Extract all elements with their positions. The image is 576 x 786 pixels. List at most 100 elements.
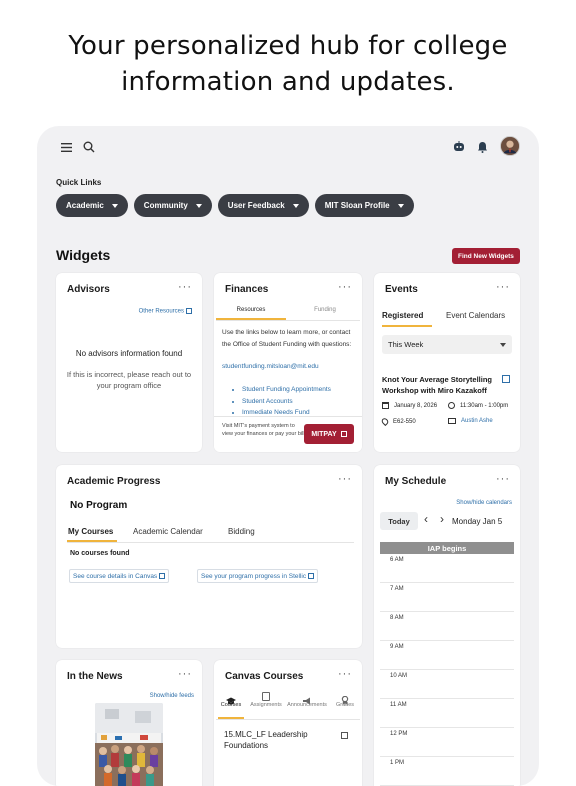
my-schedule-title: My Schedule (385, 476, 447, 487)
in-the-news-more-button[interactable]: ··· (178, 668, 192, 680)
active-tab-indicator (382, 325, 432, 327)
prev-day-button[interactable]: ‹ (424, 512, 428, 526)
stellic-progress-link[interactable]: See your program progress in Stellic (197, 569, 319, 583)
tab-resources[interactable]: Resources (214, 307, 288, 313)
avatar[interactable] (500, 136, 520, 156)
calendar-icon (382, 402, 389, 409)
event-contact-text: Austin Ashe (461, 418, 493, 424)
tab-courses-label: Courses (220, 702, 242, 708)
tab-assignments-label: Assignments (250, 702, 282, 708)
clock-icon (448, 402, 455, 409)
event-title-text: Knot Your Average Storytelling Workshop … (382, 375, 493, 395)
quick-link-user-feedback[interactable]: User Feedback (217, 194, 309, 217)
canvas-course-name: 15.MLC_LF Leadership Foundations (224, 730, 308, 750)
tab-courses[interactable]: Courses (216, 692, 246, 708)
show-hide-feeds-link[interactable]: Show/hide feeds (150, 693, 194, 699)
program-name: No Program (70, 500, 128, 511)
quick-link-mit-sloan-profile[interactable]: MIT Sloan Profile (314, 194, 414, 217)
advisors-empty-title: No advisors information found (75, 349, 183, 358)
external-link-icon[interactable] (502, 375, 510, 383)
news-photo[interactable] (95, 703, 163, 786)
caret-down-icon (397, 203, 404, 208)
tab-divider (216, 719, 360, 720)
tab-bidding[interactable]: Bidding (228, 527, 255, 536)
external-link-icon (186, 308, 192, 314)
events-filter-select[interactable]: This Week (382, 335, 512, 354)
hour-row: 7 AM (380, 583, 514, 612)
bell-icon[interactable] (475, 140, 489, 154)
event-date: January 8, 2026 (382, 402, 437, 409)
other-resources-label: Other Resources (138, 308, 184, 315)
advisors-widget: Advisors ··· Other Resources No advisors… (56, 273, 202, 452)
canvas-courses-widget: Canvas Courses ··· Courses Assignments A… (214, 660, 362, 786)
finances-footer-text: Visit MIT's payment system to view your … (222, 423, 305, 437)
no-courses-text: No courses found (70, 550, 130, 557)
event-title[interactable]: Knot Your Average Storytelling Workshop … (382, 374, 506, 396)
hamburger-icon[interactable] (59, 140, 73, 154)
top-bar (37, 126, 539, 170)
hour-row: 11 AM (380, 699, 514, 728)
tab-grades[interactable]: Grades (330, 692, 360, 708)
mitpay-button[interactable]: MITPAY (304, 424, 354, 444)
event-contact[interactable]: Austin Ashe (448, 418, 493, 424)
marketing-headline: Your personalized hub for college inform… (0, 28, 576, 100)
quick-links: Academic Community User Feedback MIT Slo… (56, 194, 414, 217)
caret-down-icon (195, 203, 202, 208)
link-student-accounts[interactable]: Student Accounts (242, 396, 331, 408)
tab-funding[interactable]: Funding (288, 307, 362, 313)
tab-event-calendars[interactable]: Event Calendars (446, 311, 505, 320)
hour-row: 9 AM (380, 641, 514, 670)
tab-announcements-label: Announcements (287, 702, 327, 708)
canvas-courses-more-button[interactable]: ··· (338, 668, 352, 680)
tab-announcements[interactable]: Announcements (284, 692, 330, 708)
finances-more-button[interactable]: ··· (338, 281, 352, 293)
link-student-funding-appointments[interactable]: Student Funding Appointments (242, 384, 331, 396)
canvas-details-link[interactable]: See course details in Canvas (69, 569, 170, 583)
academic-progress-title: Academic Progress (67, 476, 161, 487)
ribbon-icon (341, 692, 349, 705)
external-link-icon (159, 573, 166, 579)
tab-registered[interactable]: Registered (382, 311, 423, 320)
events-widget: Events ··· Registered Event Calendars Th… (374, 273, 520, 452)
app-screen: Quick Links Academic Community User Feed… (37, 126, 539, 786)
chevron-down-icon (500, 343, 506, 347)
canvas-courses-title: Canvas Courses (225, 671, 304, 682)
search-icon[interactable] (82, 140, 96, 154)
schedule-date: Monday Jan 5 (452, 517, 503, 526)
external-link-icon[interactable] (341, 732, 348, 739)
external-link-icon (308, 573, 315, 579)
in-the-news-title: In the News (67, 671, 123, 682)
tab-grades-label: Grades (335, 702, 355, 708)
quick-link-community[interactable]: Community (133, 194, 212, 217)
finances-intro: Use the links below to learn more, or co… (222, 329, 352, 348)
next-day-button[interactable]: › (440, 512, 444, 526)
find-new-widgets-button[interactable]: Find New Widgets (452, 248, 520, 264)
quick-link-label: User Feedback (227, 201, 285, 210)
events-more-button[interactable]: ··· (496, 281, 510, 293)
show-hide-calendars-link[interactable]: Show/hide calendars (456, 500, 512, 506)
today-button[interactable]: Today (380, 512, 418, 530)
advisors-title: Advisors (67, 284, 110, 295)
tab-my-courses[interactable]: My Courses (68, 527, 113, 536)
hour-row: 6 AM (380, 554, 514, 583)
canvas-course-item[interactable]: 15.MLC_LF Leadership Foundations (224, 729, 334, 751)
all-day-event-banner[interactable]: IAP begins (380, 542, 514, 554)
event-location-text: E62-550 (393, 418, 416, 425)
quick-link-academic[interactable]: Academic (56, 194, 128, 217)
tab-divider (216, 320, 360, 321)
other-resources-link[interactable]: Other Resources (139, 308, 192, 315)
tab-divider (67, 542, 354, 543)
external-link-icon (340, 431, 347, 437)
chatbot-icon[interactable] (452, 140, 466, 154)
quick-link-label: Community (143, 201, 188, 210)
advisors-more-button[interactable]: ··· (178, 281, 192, 293)
my-schedule-widget: My Schedule ··· Show/hide calendars Toda… (374, 465, 520, 786)
tab-academic-calendar[interactable]: Academic Calendar (133, 527, 203, 536)
event-time: 11:30am - 1:00pm (448, 402, 508, 409)
location-pin-icon (380, 416, 390, 427)
tab-assignments[interactable]: Assignments (246, 692, 286, 708)
academic-progress-more-button[interactable]: ··· (338, 473, 352, 485)
quick-links-title: Quick Links (56, 178, 102, 187)
my-schedule-more-button[interactable]: ··· (496, 473, 510, 485)
student-funding-email[interactable]: studentfunding.mitsloan@mit.edu (222, 363, 319, 370)
